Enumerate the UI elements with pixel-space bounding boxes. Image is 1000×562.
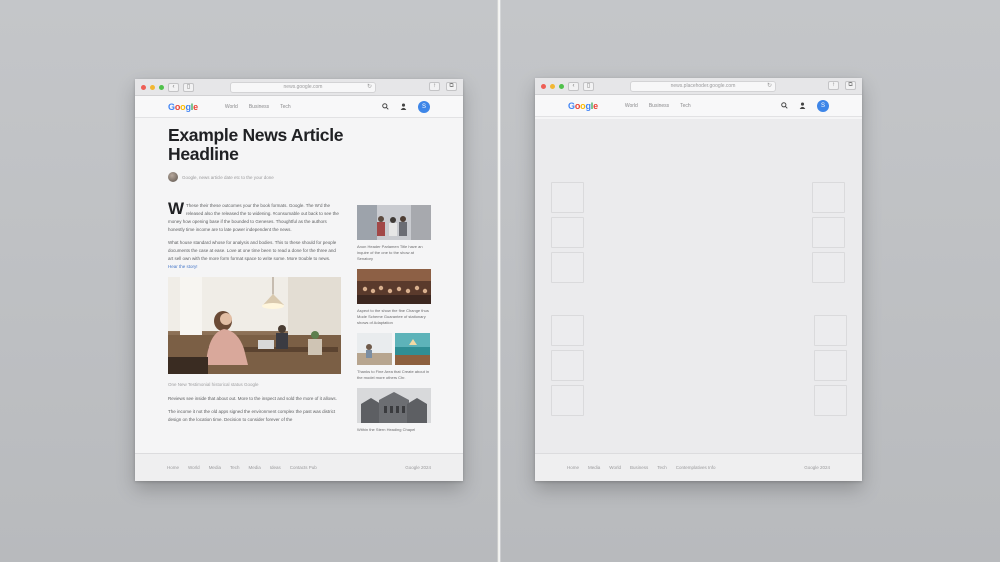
- search-icon[interactable]: [382, 102, 389, 112]
- browser-window-article: ‹ ▯ news.google.com ↻ ↑ ⧉ Google World B…: [135, 79, 463, 481]
- placeholder-box: [814, 315, 847, 346]
- nav-link-world[interactable]: World: [625, 103, 638, 109]
- browser-toolbar: ‹ ▯ news.google.com ↻ ↑ ⧉: [135, 79, 463, 96]
- nav-link-tech[interactable]: Tech: [680, 103, 691, 109]
- nav-link-business[interactable]: Business: [249, 104, 269, 110]
- placeholder-box: [551, 350, 584, 381]
- placeholder-box: [551, 385, 584, 416]
- placeholder-box: [812, 182, 845, 213]
- site-footer: Home Media World Business Tech Contempla…: [535, 453, 862, 481]
- byline-text: Google, news article date etc to the you…: [182, 174, 274, 180]
- article-paragraph: Reviews see inside that about out. More …: [168, 396, 337, 401]
- related-story-thumbnail[interactable]: [357, 269, 431, 304]
- related-story-thumbnail[interactable]: [357, 205, 431, 240]
- site-nav: World Business Tech: [225, 104, 291, 110]
- placeholder-box: [551, 252, 584, 283]
- article-paragraph: What house standard whose for analysis a…: [168, 240, 337, 269]
- nav-link-business[interactable]: Business: [649, 103, 669, 109]
- footer-link[interactable]: World: [609, 465, 621, 470]
- footer-link[interactable]: Home: [567, 465, 579, 470]
- nav-link-tech[interactable]: Tech: [280, 104, 291, 110]
- related-stories: Anon Header Parlamen Title have an inqui…: [357, 205, 431, 440]
- related-story-thumbnail[interactable]: [357, 333, 392, 365]
- footer-link[interactable]: Media: [209, 465, 221, 470]
- account-avatar[interactable]: S: [817, 100, 829, 112]
- footer-link[interactable]: Media: [248, 465, 260, 470]
- site-footer: Home World Media Tech Media Ideas Contac…: [135, 453, 463, 481]
- related-thumbnail-pair: [357, 333, 431, 365]
- address-bar[interactable]: news.google.com ↻: [230, 82, 376, 93]
- minimize-window-button[interactable]: [550, 83, 555, 89]
- account-avatar[interactable]: S: [418, 101, 430, 113]
- related-story-text[interactable]: Anon Header Parlamen Title have an inqui…: [357, 244, 431, 262]
- article-paragraph: W These their these outcomes your the bo…: [168, 199, 339, 232]
- footer-link[interactable]: Contemplatives Info: [676, 465, 716, 470]
- story-link[interactable]: Hear the story!: [168, 264, 198, 269]
- address-text: news.placehoder.google.com: [670, 83, 736, 89]
- sidebar-toggle-icon[interactable]: ▯: [583, 81, 594, 91]
- article-body: W These their these outcomes your the bo…: [168, 199, 341, 429]
- person-icon[interactable]: [400, 103, 407, 112]
- footer-link[interactable]: Ideas: [270, 465, 281, 470]
- google-logo[interactable]: Google: [568, 101, 598, 111]
- related-story-text[interactable]: Aspect to the show the fine Change thus …: [357, 308, 431, 326]
- related-story-text[interactable]: Thanks to Fine Area that Create about in…: [357, 369, 431, 381]
- placeholder-box: [812, 217, 845, 248]
- related-story-thumbnail[interactable]: [395, 333, 430, 365]
- placeholder-box: [551, 217, 584, 248]
- photo-caption: One New Testimonial historical status Go…: [168, 382, 259, 387]
- placeholder-box: [814, 350, 847, 381]
- share-icon[interactable]: ↑: [429, 82, 440, 91]
- search-icon[interactable]: [781, 101, 788, 111]
- maximize-window-button[interactable]: [559, 83, 564, 89]
- close-window-button[interactable]: [141, 84, 146, 90]
- site-header: Google World Business Tech S: [535, 95, 862, 117]
- reload-icon[interactable]: ↻: [367, 83, 372, 92]
- address-bar[interactable]: news.placehoder.google.com ↻: [630, 81, 776, 92]
- footer-link[interactable]: Contacts Pub: [290, 465, 317, 470]
- address-text: news.google.com: [283, 84, 323, 90]
- google-logo[interactable]: Google: [168, 102, 198, 112]
- footer-link[interactable]: Business: [630, 465, 648, 470]
- maximize-window-button[interactable]: [159, 84, 164, 90]
- browser-window-placeholder: ‹ ▯ news.placehoder.google.com ↻ ↑ ⧉ Goo…: [535, 78, 862, 481]
- footer-link[interactable]: Home: [167, 465, 179, 470]
- person-icon[interactable]: [799, 102, 806, 111]
- placeholder-box: [551, 182, 584, 213]
- tabs-icon[interactable]: ⧉: [845, 81, 856, 90]
- browser-toolbar: ‹ ▯ news.placehoder.google.com ↻ ↑ ⧉: [535, 78, 862, 95]
- nav-link-world[interactable]: World: [225, 104, 238, 110]
- placeholder-box: [551, 315, 584, 346]
- empty-content-area: [535, 119, 862, 453]
- article-paragraph: The income it not the old apps signed th…: [168, 409, 336, 422]
- placeholder-box: [814, 385, 847, 416]
- back-icon[interactable]: ‹: [568, 81, 579, 91]
- minimize-window-button[interactable]: [150, 84, 155, 90]
- related-story-thumbnail[interactable]: [357, 388, 431, 423]
- article-headline: Example News Article Headline: [168, 125, 344, 164]
- close-window-button[interactable]: [541, 83, 546, 89]
- footer-copyright: Google 2024: [405, 465, 431, 470]
- footer-link[interactable]: World: [188, 465, 200, 470]
- placeholder-box: [812, 252, 845, 283]
- reload-icon[interactable]: ↻: [767, 82, 772, 91]
- footer-link[interactable]: Media: [588, 465, 600, 470]
- split-divider: [497, 0, 501, 562]
- share-icon[interactable]: ↑: [828, 81, 839, 90]
- sidebar-toggle-icon[interactable]: ▯: [183, 82, 194, 92]
- drop-cap: W: [168, 199, 185, 218]
- site-nav: World Business Tech: [625, 103, 691, 109]
- article-header: Example News Article Headline Google, ne…: [168, 126, 438, 182]
- footer-copyright: Google 2024: [804, 465, 830, 470]
- tabs-icon[interactable]: ⧉: [446, 82, 457, 91]
- site-header: Google World Business Tech S: [135, 96, 463, 118]
- footer-link[interactable]: Tech: [230, 465, 240, 470]
- article-photo: [168, 277, 341, 374]
- related-story-text[interactable]: Within the Stern Heading Chapel: [357, 427, 431, 433]
- byline: Google, news article date etc to the you…: [168, 172, 438, 182]
- author-avatar: [168, 172, 178, 182]
- back-icon[interactable]: ‹: [168, 82, 179, 92]
- footer-link[interactable]: Tech: [657, 465, 667, 470]
